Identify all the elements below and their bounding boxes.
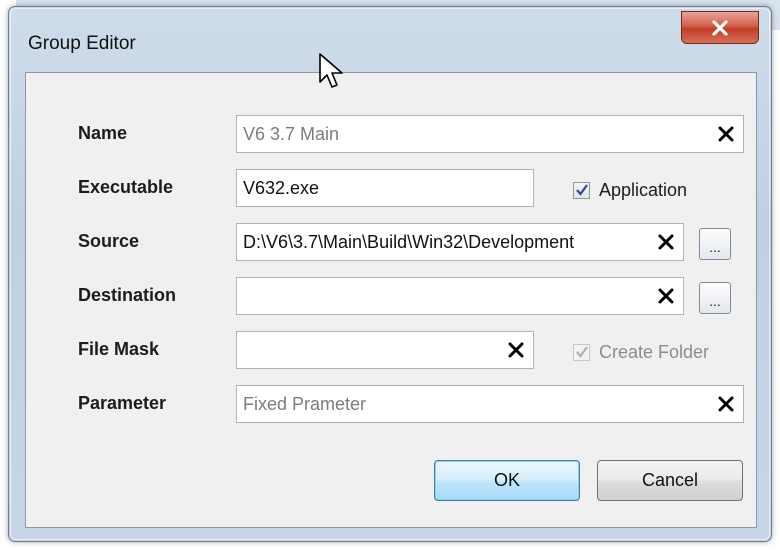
browse-destination-button[interactable]: ... (699, 282, 731, 314)
mouse-pointer-icon (319, 53, 343, 88)
file-mask-input[interactable] (237, 332, 533, 368)
group-editor-dialog: Group Editor Name Executable Application… (8, 6, 772, 542)
parameter-label: Parameter (78, 393, 167, 413)
name-input[interactable] (237, 116, 743, 152)
clear-destination-icon[interactable] (657, 287, 675, 305)
executable-input[interactable] (237, 170, 533, 206)
clear-name-icon[interactable] (717, 125, 735, 143)
create-folder-checkbox-box (573, 344, 590, 361)
create-folder-checkbox: Create Folder (573, 342, 709, 363)
parameter-input[interactable] (237, 386, 743, 422)
checkmark-icon (576, 184, 588, 196)
dialog-content: Name Executable Application Source ... (25, 72, 757, 528)
source-label: Source (78, 231, 140, 251)
application-checkbox-box[interactable] (573, 182, 590, 199)
name-label: Name (78, 123, 128, 143)
destination-label: Destination (78, 285, 177, 305)
create-folder-checkbox-label: Create Folder (599, 342, 710, 362)
application-checkbox[interactable]: Application (573, 180, 687, 201)
ok-button[interactable]: OK (434, 460, 580, 501)
file-mask-label: File Mask (78, 339, 160, 359)
application-checkbox-label: Application (599, 180, 688, 200)
close-icon (712, 19, 728, 36)
destination-input[interactable] (237, 278, 683, 314)
clear-parameter-icon[interactable] (717, 395, 735, 413)
executable-label: Executable (78, 177, 174, 197)
cancel-button[interactable]: Cancel (597, 460, 743, 501)
close-button[interactable] (681, 11, 759, 44)
clear-file-mask-icon[interactable] (507, 341, 525, 359)
checkmark-icon (576, 346, 588, 358)
window-title: Group Editor (28, 33, 136, 54)
destination-field[interactable] (236, 277, 684, 315)
source-field[interactable] (236, 223, 684, 261)
name-field[interactable] (236, 115, 744, 153)
file-mask-field[interactable] (236, 331, 534, 369)
browse-source-button[interactable]: ... (699, 228, 731, 260)
executable-field[interactable] (236, 169, 534, 207)
parameter-field[interactable] (236, 385, 744, 423)
clear-source-icon[interactable] (657, 233, 675, 251)
source-input[interactable] (237, 224, 683, 260)
